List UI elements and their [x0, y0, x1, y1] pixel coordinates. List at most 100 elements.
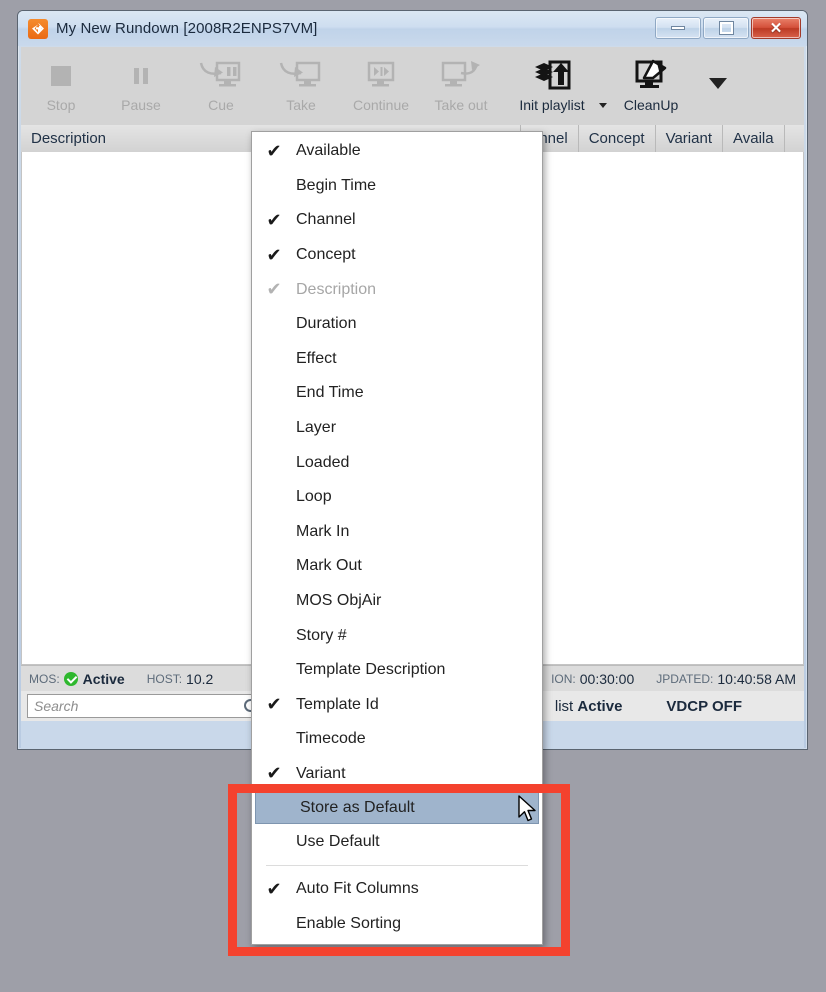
- menu-item-story[interactable]: Story #: [252, 618, 542, 653]
- toolbar-label-cue: Cue: [208, 97, 234, 113]
- close-icon: ✕: [769, 19, 783, 37]
- menu-separator: [266, 864, 528, 866]
- maximize-icon: [718, 21, 734, 35]
- toolbar-label-take-out: Take out: [434, 97, 488, 113]
- toolbar-button-cleanup[interactable]: CleanUp: [611, 47, 691, 123]
- menu-item-concept[interactable]: ✔ Concept: [252, 238, 542, 273]
- menu-item-label: Channel: [296, 211, 356, 229]
- toolbar-button-stop[interactable]: Stop: [21, 47, 101, 123]
- status-mos-value: Active: [82, 670, 125, 687]
- take-icon: [279, 55, 323, 97]
- toolbar-button-continue[interactable]: Continue: [341, 47, 421, 123]
- toolbar-overflow-button[interactable]: [709, 78, 727, 107]
- checkmark-icon: ✔: [266, 763, 282, 784]
- status-updated-label: JPDATED:: [656, 671, 714, 686]
- toolbar-label-continue: Continue: [352, 97, 410, 113]
- menu-item-end-time[interactable]: End Time: [252, 376, 542, 411]
- menu-item-use-default[interactable]: Use Default: [252, 824, 542, 859]
- menu-item-variant[interactable]: ✔ Variant: [252, 757, 542, 792]
- menu-item-begin-time[interactable]: Begin Time: [252, 169, 542, 204]
- menu-item-description: ✔ Description: [252, 272, 542, 307]
- toolbar-button-pause[interactable]: Pause: [101, 47, 181, 123]
- checkmark-icon: ✔: [266, 878, 282, 899]
- status-mos-label: MOS:: [29, 671, 60, 686]
- menu-item-label: Enable Sorting: [296, 914, 401, 932]
- column-header-concept[interactable]: Concept: [579, 125, 656, 152]
- menu-item-enable-sorting[interactable]: Enable Sorting: [252, 906, 542, 941]
- status-host-label: HOST:: [146, 671, 183, 686]
- minimize-icon: [671, 26, 685, 30]
- menu-item-loaded[interactable]: Loaded: [252, 445, 542, 480]
- toolbar-button-init-playlist[interactable]: Init playlist: [501, 47, 603, 123]
- menu-item-mos-objair[interactable]: MOS ObjAir: [252, 584, 542, 619]
- toolbar-label-stop: Stop: [46, 97, 76, 113]
- window-controls: ✕: [655, 17, 801, 39]
- menu-item-template-id[interactable]: ✔ Template Id: [252, 688, 542, 723]
- menu-item-label: Auto Fit Columns: [296, 880, 419, 898]
- minimize-button[interactable]: [655, 17, 701, 39]
- menu-item-label: Layer: [296, 419, 337, 437]
- menu-item-duration[interactable]: Duration: [252, 307, 542, 342]
- toolbar-label-cleanup: CleanUp: [623, 97, 679, 113]
- search-field[interactable]: Search: [27, 694, 263, 718]
- status-updated-value: 10:40:58 AM: [717, 670, 796, 687]
- menu-item-available[interactable]: ✔ Available: [252, 134, 542, 169]
- pause-icon: [126, 55, 156, 97]
- column-header-available[interactable]: Availa: [723, 125, 785, 152]
- menu-item-label: Concept: [296, 246, 356, 264]
- column-chooser-context-menu[interactable]: ✔ Available Begin Time ✔ Channel ✔ Concept ✔ Des…: [251, 131, 543, 946]
- menu-item-label: End Time: [296, 384, 364, 402]
- menu-item-channel[interactable]: ✔ Channel: [252, 203, 542, 238]
- status-host-value: 10.2: [186, 670, 214, 687]
- menu-item-template-description[interactable]: Template Description: [252, 653, 542, 688]
- column-header-variant[interactable]: Variant: [656, 125, 723, 152]
- checkmark-icon: ✔: [266, 279, 282, 300]
- checkmark-icon: ✔: [266, 694, 282, 715]
- toolbar-label-pause: Pause: [121, 97, 161, 113]
- menu-item-label: Duration: [296, 315, 357, 333]
- menu-item-effect[interactable]: Effect: [252, 342, 542, 377]
- menu-item-label: Loop: [296, 488, 332, 506]
- search-placeholder: Search: [34, 698, 79, 714]
- toolbar-button-take-out[interactable]: Take out: [421, 47, 501, 123]
- chevron-down-icon: [599, 102, 607, 108]
- mos-active-icon: [63, 671, 78, 686]
- title-bar[interactable]: My New Rundown [2008R2ENPS7VM] ✕: [18, 11, 807, 46]
- menu-item-label: Story #: [296, 626, 347, 644]
- maximize-button[interactable]: [703, 17, 749, 39]
- menu-item-mark-out[interactable]: Mark Out: [252, 549, 542, 584]
- menu-item-mark-in[interactable]: Mark In: [252, 515, 542, 550]
- menu-item-label: Description: [296, 280, 377, 298]
- transport-toolbar: Stop Pause Cue Take Continue Take out In…: [21, 47, 804, 126]
- menu-item-label: Timecode: [296, 730, 366, 748]
- window-title: My New Rundown [2008R2ENPS7VM]: [56, 20, 318, 37]
- menu-item-label: Mark In: [296, 522, 350, 540]
- status-duration-value: 00:30:00: [579, 670, 635, 687]
- menu-item-label: Loaded: [296, 453, 350, 471]
- toolbar-button-take[interactable]: Take: [261, 47, 341, 123]
- close-button[interactable]: ✕: [751, 17, 801, 39]
- menu-item-label: Template Description: [296, 661, 446, 679]
- init-playlist-dropdown[interactable]: [597, 99, 609, 111]
- toolbar-button-cue[interactable]: Cue: [181, 47, 261, 123]
- menu-item-label: Variant: [296, 764, 346, 782]
- menu-item-timecode[interactable]: Timecode: [252, 722, 542, 757]
- menu-item-label: Template Id: [296, 695, 379, 713]
- playlist-state: Active: [577, 697, 623, 715]
- menu-item-store-as-default[interactable]: Store as Default: [255, 791, 539, 825]
- menu-item-layer[interactable]: Layer: [252, 411, 542, 446]
- screen-root: My New Rundown [2008R2ENPS7VM] ✕ Stop Pa…: [0, 0, 826, 992]
- playlist-status: list Active: [555, 698, 623, 715]
- menu-item-label: Effect: [296, 349, 337, 367]
- menu-item-auto-fit-columns[interactable]: ✔ Auto Fit Columns: [252, 872, 542, 907]
- checkmark-icon: ✔: [266, 209, 282, 230]
- menu-item-label: Mark Out: [296, 557, 362, 575]
- toolbar-label-init-playlist: Init playlist: [519, 97, 585, 113]
- menu-item-loop[interactable]: Loop: [252, 480, 542, 515]
- cleanup-icon: [631, 55, 671, 97]
- stop-icon: [46, 55, 76, 97]
- rundown-app-icon: [28, 18, 48, 39]
- take-out-icon: [439, 55, 483, 97]
- menu-item-label: Available: [296, 142, 361, 160]
- bottom-status-group: list Active VDCP OFF: [555, 698, 798, 715]
